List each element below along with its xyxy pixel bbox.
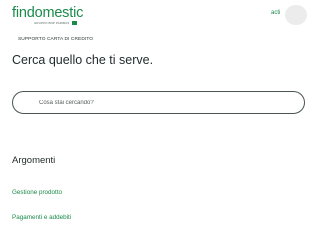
search-bar[interactable] (12, 91, 305, 114)
user-avatar[interactable] (285, 5, 307, 25)
bnp-paribas-mark-icon (72, 21, 78, 25)
logo-wordmark: findomestic (12, 5, 84, 21)
user-account-link[interactable]: acti (271, 10, 280, 16)
logo-tagline-text: GRUPPO BNP PARIBAS (34, 21, 70, 25)
findomestic-logo[interactable]: findomestic GRUPPO BNP PARIBAS (12, 6, 83, 25)
header: findomestic GRUPPO BNP PARIBAS acti (0, 0, 320, 30)
topic-link-gestione-prodotto[interactable]: Gestione prodotto (12, 189, 62, 196)
topic-link-pagamenti-addebiti[interactable]: Pagamenti e addebiti (12, 214, 71, 221)
logo-tagline: GRUPPO BNP PARIBAS (12, 21, 83, 25)
breadcrumb: SUPPORTO CARTA DI CREDITO (18, 37, 94, 42)
search-input[interactable] (39, 95, 289, 111)
page-title: Cerca quello che ti serve. (12, 53, 154, 67)
topics-heading: Argomenti (12, 155, 56, 166)
